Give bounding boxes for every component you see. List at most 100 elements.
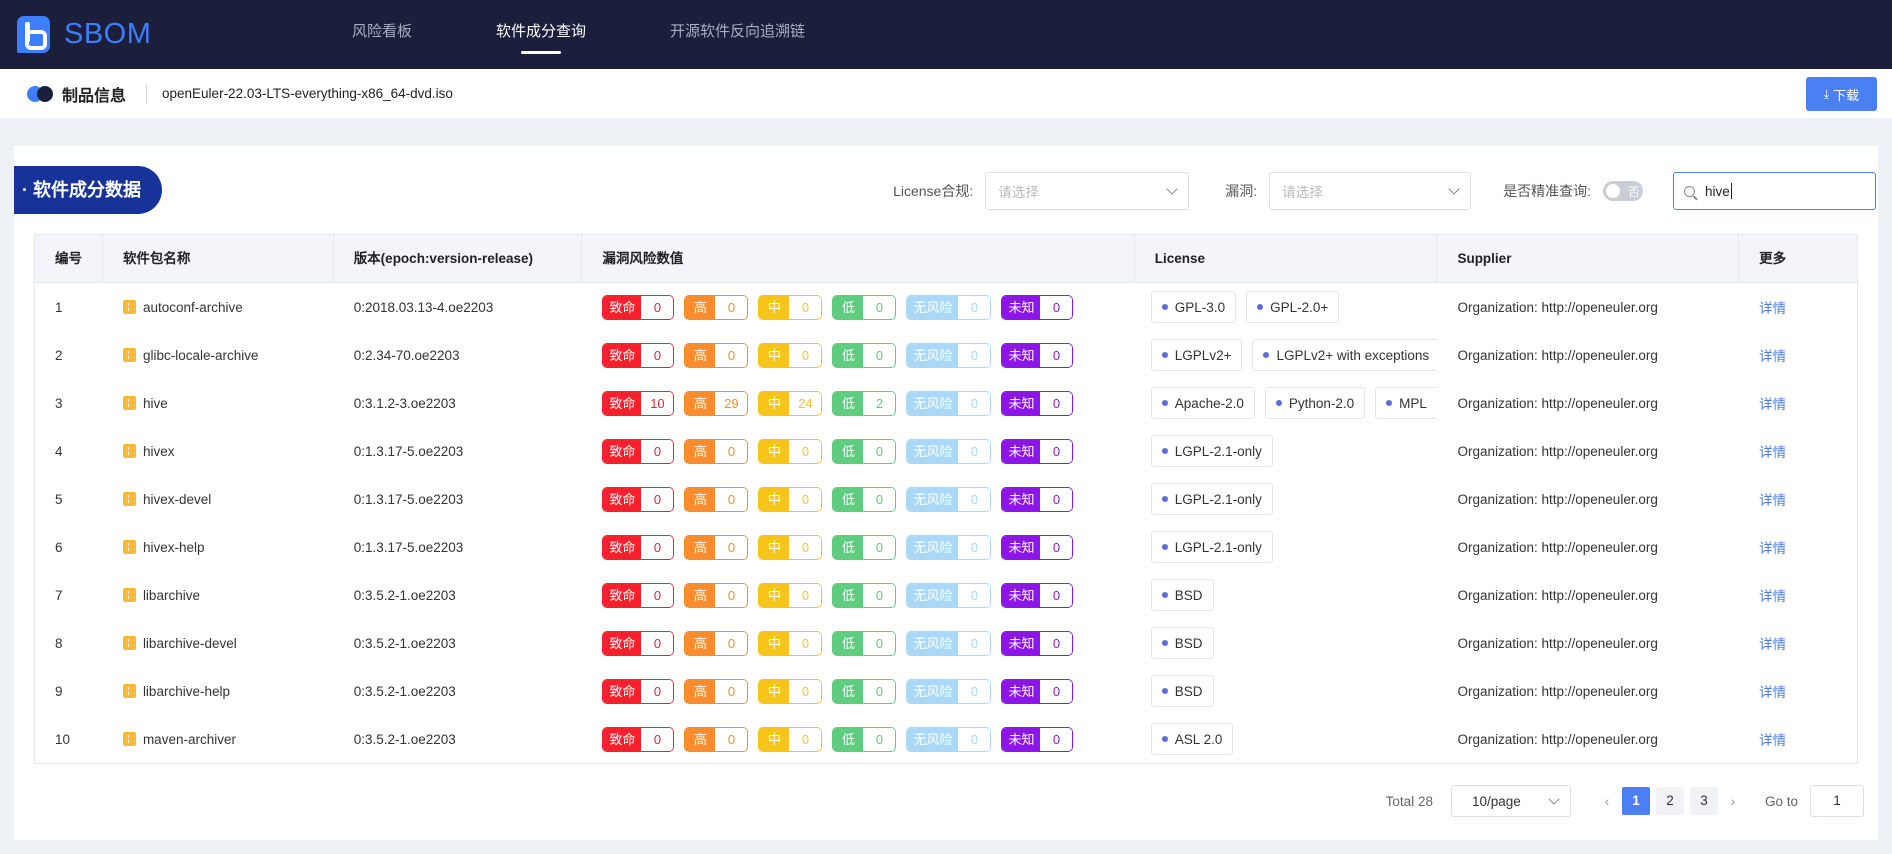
license-dot-icon xyxy=(1257,304,1264,310)
risk-none-badge: 无风险 0 xyxy=(906,342,992,368)
risk-medium-label: 中 xyxy=(759,727,790,751)
risk-none-count: 0 xyxy=(958,535,991,559)
risk-medium-badge: 中0 xyxy=(758,534,823,560)
risk-unknown-label: 未知 xyxy=(1002,727,1041,751)
detail-link[interactable]: 详情 xyxy=(1759,301,1786,316)
page-1[interactable]: 1 xyxy=(1621,787,1650,815)
risk-low-count: 0 xyxy=(863,535,896,559)
table-row: 9 libarchive-help 0:3.5.2-1.oe2203 致命 0 高 0 中 0 低… xyxy=(35,667,1857,715)
row-number: 7 xyxy=(55,587,63,603)
exact-query-toggle[interactable]: 否 xyxy=(1603,181,1643,201)
license-tag: Apache-2.0 xyxy=(1150,387,1255,419)
risk-low-label: 低 xyxy=(833,631,864,655)
risk-none-count: 0 xyxy=(958,727,991,751)
row-number: 10 xyxy=(55,731,71,747)
risk-none-label: 无风险 xyxy=(907,343,959,367)
risk-low-label: 低 xyxy=(833,535,864,559)
vuln-risk-cell: 致命 0 高 0 中 0 低 0 无风险 0 未知 0 xyxy=(582,294,1134,320)
toggle-text: 否 xyxy=(1627,185,1640,199)
risk-critical-badge: 致命 0 xyxy=(602,582,675,608)
risk-high-count: 0 xyxy=(715,631,748,655)
package-name-cell: hivex-devel xyxy=(103,491,334,507)
detail-link[interactable]: 详情 xyxy=(1759,589,1786,604)
license-tag: MPL xyxy=(1375,387,1438,419)
risk-none-label: 无风险 xyxy=(907,631,959,655)
product-info-bar: 制品信息 openEuler-22.03-LTS-everything-x86_… xyxy=(0,69,1892,118)
vuln-filter-label: 漏洞: xyxy=(1225,183,1258,199)
risk-unknown-label: 未知 xyxy=(1002,583,1041,607)
page-3[interactable]: 3 xyxy=(1689,787,1718,815)
risk-high-label: 高 xyxy=(685,631,716,655)
search-input[interactable]: hive xyxy=(1673,172,1876,210)
package-name: hivex xyxy=(142,443,175,459)
page-2[interactable]: 2 xyxy=(1655,787,1684,815)
risk-none-badge: 无风险 0 xyxy=(906,678,992,704)
detail-link[interactable]: 详情 xyxy=(1759,445,1786,460)
risk-high-badge: 高0 xyxy=(684,726,749,752)
more-cell: 详情 xyxy=(1739,393,1857,413)
detail-link[interactable]: 详情 xyxy=(1759,349,1786,364)
package-name-cell: autoconf-archive xyxy=(103,299,334,315)
detail-link[interactable]: 详情 xyxy=(1759,493,1786,508)
goto-page-input[interactable]: 1 xyxy=(1810,785,1864,817)
risk-unknown-count: 0 xyxy=(1040,391,1073,415)
risk-low-badge: 低0 xyxy=(832,726,897,752)
risk-medium-badge: 中0 xyxy=(758,726,823,752)
detail-link[interactable]: 详情 xyxy=(1759,685,1786,700)
risk-none-count: 0 xyxy=(958,583,991,607)
page-size-select[interactable]: 10/page xyxy=(1450,785,1571,817)
package-icon xyxy=(122,683,136,698)
risk-critical-badge: 致命 0 xyxy=(602,486,675,512)
risk-unknown-count: 0 xyxy=(1040,439,1073,463)
risk-critical-label: 致命 xyxy=(603,727,642,751)
app-logo[interactable]: SBOM xyxy=(17,16,151,53)
license-cell: BSD xyxy=(1135,627,1438,659)
license-name: BSD xyxy=(1174,683,1203,699)
risk-unknown-count: 0 xyxy=(1040,343,1073,367)
tab-risk-dashboard[interactable]: 风险看板 xyxy=(352,0,412,69)
risk-critical-badge: 致命 0 xyxy=(602,678,675,704)
risk-none-label: 无风险 xyxy=(907,679,959,703)
risk-low-badge: 低0 xyxy=(832,630,897,656)
risk-unknown-badge: 未知 0 xyxy=(1001,294,1074,320)
row-number: 1 xyxy=(55,299,63,315)
risk-low-label: 低 xyxy=(833,439,864,463)
risk-unknown-label: 未知 xyxy=(1002,295,1041,319)
risk-critical-count: 0 xyxy=(641,631,674,655)
risk-medium-count: 0 xyxy=(789,631,822,655)
detail-link[interactable]: 详情 xyxy=(1759,541,1786,556)
risk-critical-badge: 致命 0 xyxy=(602,630,675,656)
next-page-icon[interactable]: › xyxy=(1721,794,1745,809)
detail-link[interactable]: 详情 xyxy=(1759,637,1786,652)
tab-reverse-trace[interactable]: 开源软件反向追溯链 xyxy=(670,0,805,69)
risk-medium-badge: 中0 xyxy=(758,342,823,368)
header-supplier: Supplier xyxy=(1437,235,1740,282)
supplier: Organization: http://openeuler.org xyxy=(1457,731,1658,747)
product-info-title: 制品信息 xyxy=(62,87,127,105)
tab-component-query[interactable]: 软件成分查询 xyxy=(496,0,586,69)
license-filter-select[interactable]: 请选择 xyxy=(985,172,1190,210)
license-name: Python-2.0 xyxy=(1288,395,1355,411)
risk-none-badge: 无风险 0 xyxy=(906,486,992,512)
package-name-cell: hivex xyxy=(103,443,334,459)
package-name: libarchive xyxy=(142,587,200,603)
risk-high-count: 0 xyxy=(715,727,748,751)
license-dot-icon xyxy=(1161,400,1168,406)
table-row: 5 hivex-devel 0:1.3.17-5.oe2203 致命 0 高 0 中 0 低 0 无风… xyxy=(35,475,1857,523)
vuln-filter-select[interactable]: 请选择 xyxy=(1269,172,1472,210)
license-cell: LGPL-2.1-only xyxy=(1135,483,1438,515)
prev-page-icon[interactable]: ‹ xyxy=(1595,794,1619,809)
risk-low-badge: 低0 xyxy=(832,294,897,320)
risk-critical-badge: 致命 0 xyxy=(602,726,675,752)
risk-medium-badge: 中0 xyxy=(758,630,823,656)
risk-unknown-label: 未知 xyxy=(1002,535,1041,559)
license-tag: BSD xyxy=(1150,579,1214,611)
vuln-risk-cell: 致命 0 高 0 中 0 低 0 无风险 0 未知 0 xyxy=(582,342,1134,368)
row-number: 8 xyxy=(55,635,63,651)
risk-critical-label: 致命 xyxy=(603,631,642,655)
detail-link[interactable]: 详情 xyxy=(1759,397,1786,412)
row-number: 5 xyxy=(55,491,63,507)
download-button[interactable]: ⤓ 下载 xyxy=(1806,77,1877,111)
more-cell: 详情 xyxy=(1739,681,1857,701)
detail-link[interactable]: 详情 xyxy=(1759,733,1786,748)
